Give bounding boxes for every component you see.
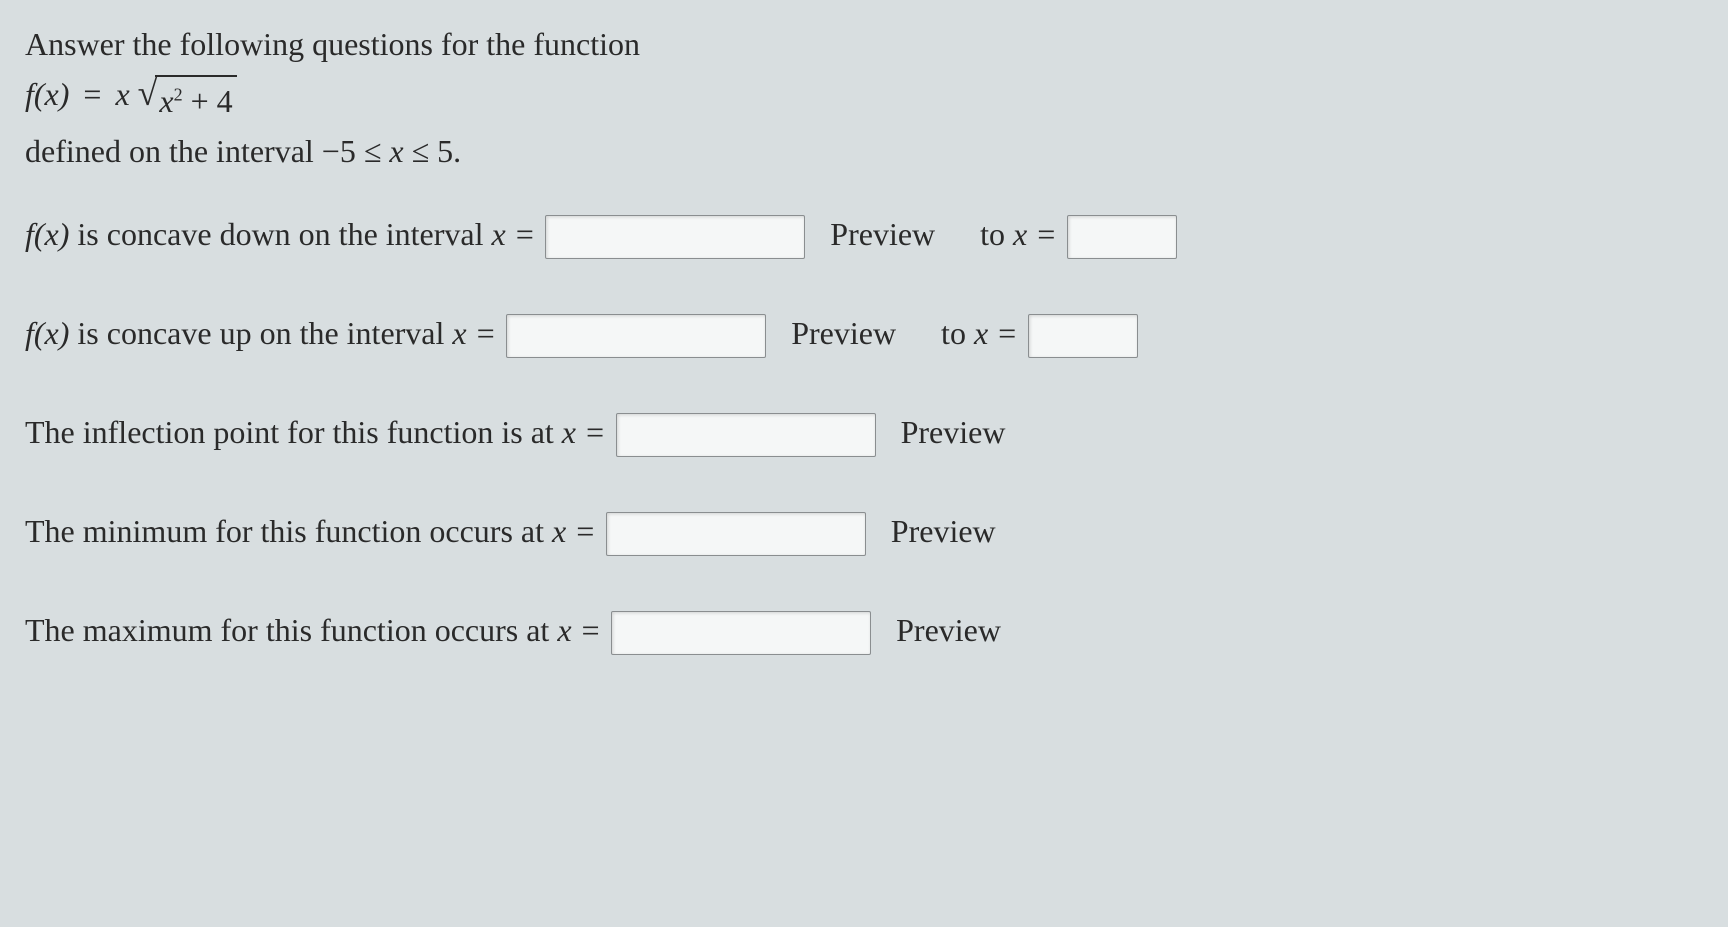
- minimum-input[interactable]: [606, 512, 866, 556]
- concave-up-to-input[interactable]: [1028, 314, 1138, 358]
- cd-to-xeq: x =: [1013, 216, 1057, 252]
- cu-to: to x =: [941, 309, 1018, 357]
- fx-cd: f(x): [25, 216, 69, 252]
- row-concave-up: f(x) is concave up on the interval x = P…: [25, 309, 1703, 358]
- question-intro: Answer the following questions for the f…: [25, 20, 1703, 175]
- cu-text: is concave up on the interval: [69, 315, 452, 351]
- min-xeq: x =: [552, 513, 596, 549]
- row-minimum: The minimum for this function occurs at …: [25, 507, 1703, 556]
- leq-1: ≤: [364, 133, 382, 169]
- function-formula: f(x) = x √ x2 + 4: [25, 70, 1703, 125]
- preview-button-cd[interactable]: Preview: [815, 216, 950, 253]
- fx-cu: f(x): [25, 315, 69, 351]
- cu-xeq: x =: [452, 315, 496, 351]
- cd-text: is concave down on the interval: [69, 216, 491, 252]
- row-concave-down: f(x) is concave down on the interval x =…: [25, 210, 1703, 259]
- concave-down-from-input[interactable]: [545, 215, 805, 259]
- sqrt-expression: √ x2 + 4: [138, 75, 237, 125]
- interval-var: x: [389, 133, 403, 169]
- sqrt-var: x: [159, 83, 173, 119]
- row-maximum: The maximum for this function occurs at …: [25, 606, 1703, 655]
- cu-to-word: to: [941, 315, 974, 351]
- max-xeq: x =: [557, 612, 601, 648]
- inflection-input[interactable]: [616, 413, 876, 457]
- plus-const: + 4: [191, 83, 233, 119]
- sqrt-content: x2 + 4: [155, 75, 236, 125]
- intro-line-1: Answer the following questions for the f…: [25, 20, 1703, 68]
- concave-up-from-input[interactable]: [506, 314, 766, 358]
- concave-down-to-input[interactable]: [1067, 215, 1177, 259]
- x-coefficient: x: [115, 76, 129, 112]
- cu-to-xeq: x =: [974, 315, 1018, 351]
- intro-line-3: defined on the interval −5 ≤ x ≤ 5.: [25, 127, 1703, 175]
- minimum-text: The minimum for this function occurs at …: [25, 507, 596, 555]
- preview-button-inf[interactable]: Preview: [886, 414, 1021, 451]
- concave-down-text: f(x) is concave down on the interval x =: [25, 210, 535, 258]
- interval-low: −5: [322, 133, 356, 169]
- inflection-text: The inflection point for this function i…: [25, 408, 606, 456]
- min-text: The minimum for this function occurs at: [25, 513, 552, 549]
- inf-xeq: x =: [562, 414, 606, 450]
- preview-button-min[interactable]: Preview: [876, 513, 1011, 550]
- inf-text: The inflection point for this function i…: [25, 414, 562, 450]
- sqrt-exp: 2: [174, 84, 183, 104]
- preview-button-max[interactable]: Preview: [881, 612, 1016, 649]
- cd-to-word: to: [980, 216, 1013, 252]
- row-inflection: The inflection point for this function i…: [25, 408, 1703, 457]
- fx-label: f(x): [25, 76, 69, 112]
- preview-button-cu[interactable]: Preview: [776, 315, 911, 352]
- maximum-input[interactable]: [611, 611, 871, 655]
- max-text: The maximum for this function occurs at: [25, 612, 557, 648]
- equals-sign: =: [83, 76, 101, 112]
- concave-up-text: f(x) is concave up on the interval x =: [25, 309, 496, 357]
- cd-xeq: x =: [492, 216, 536, 252]
- maximum-text: The maximum for this function occurs at …: [25, 606, 601, 654]
- cd-to: to x =: [980, 210, 1057, 258]
- leq-2: ≤: [412, 133, 430, 169]
- interval-high: 5: [437, 133, 453, 169]
- interval-period: .: [453, 133, 461, 169]
- defined-prefix: defined on the interval: [25, 133, 322, 169]
